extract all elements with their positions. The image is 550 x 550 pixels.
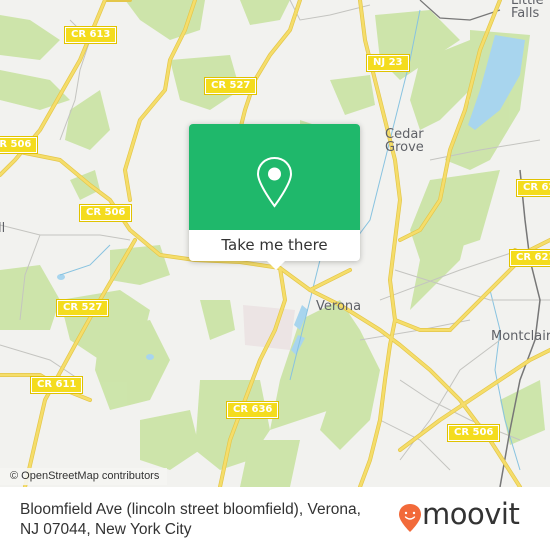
place-label-partial: ll [0,221,6,236]
map-attribution[interactable]: © OpenStreetMap contributors [0,468,168,485]
road-shield-cr-506: CR 506 [0,136,39,154]
road-shield-cr-527: CR 527 [55,299,110,317]
road-shield-cr-506: CR 506 [446,424,501,442]
map-view[interactable]: CR 613 CR 527 NJ 23 CR 506 CR 506 CR 527… [0,0,550,487]
place-label-little-falls: Little Falls [511,0,544,21]
road-shield-cr-506: CR 506 [78,204,133,222]
road-shield-cr-621: CR 621 [515,179,550,197]
take-me-there-button[interactable]: Take me there [189,230,360,261]
place-label-montclair: Montclair [491,329,550,344]
road-shield-cr-636: CR 636 [225,401,280,419]
map-pin-icon [256,156,293,208]
road-shield-cr-613: CR 613 [63,26,118,44]
moovit-wordmark: moovit [422,497,520,531]
road-shield-nj-23: NJ 23 [366,54,410,72]
road-shield-cr-527: CR 527 [203,77,258,95]
popup-pointer [267,261,285,270]
address-text: Bloomfield Ave (lincoln street bloomfiel… [20,501,361,538]
footer-bar: Bloomfield Ave (lincoln street bloomfiel… [0,487,550,550]
moovit-pin-icon [399,504,421,532]
popup-header [189,124,360,230]
place-label-cedar-grove: Cedar Grove [385,127,424,155]
road-shield-cr-611: CR 611 [29,376,84,394]
place-label-verona: Verona [316,299,362,314]
road-shield-cr-621: CR 621 [508,249,550,267]
location-popup: Take me there [189,124,360,270]
